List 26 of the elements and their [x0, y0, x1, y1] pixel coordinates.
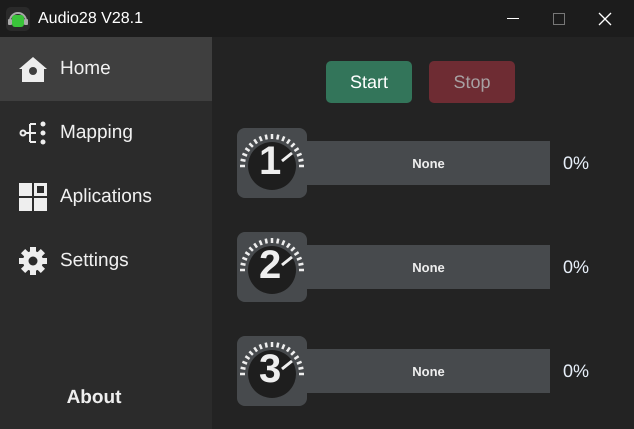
- settings-icon: [18, 246, 48, 276]
- start-button[interactable]: Start: [326, 61, 412, 103]
- nav-item[interactable]: Home: [0, 37, 212, 101]
- maximize-icon: [553, 12, 565, 24]
- grid-icon: [18, 182, 48, 212]
- dial-icon: [237, 128, 307, 198]
- device-bar[interactable]: None: [307, 349, 550, 393]
- channel-number: 1: [259, 141, 282, 181]
- minimize-icon: [507, 18, 519, 20]
- nav-item[interactable]: Mapping: [0, 101, 212, 165]
- channel-number: 3: [259, 349, 282, 389]
- app-logo-icon: [6, 6, 30, 30]
- percent-reading: 0%: [563, 360, 590, 382]
- about-link[interactable]: About: [66, 387, 122, 409]
- home-icon: [18, 54, 48, 84]
- dial-icon: [237, 232, 307, 302]
- nav-item[interactable]: Settings: [0, 229, 212, 293]
- close-icon: [598, 12, 612, 26]
- percent-reading: 0%: [563, 256, 590, 278]
- nav-item[interactable]: Aplications: [0, 165, 212, 229]
- device-bar[interactable]: None: [307, 141, 550, 185]
- percent-reading: 0%: [563, 152, 590, 174]
- window-title: Audio28 V28.1: [38, 10, 144, 28]
- channel-number: 2: [259, 245, 282, 285]
- device-bar[interactable]: None: [307, 245, 550, 289]
- dial-icon: [237, 336, 307, 406]
